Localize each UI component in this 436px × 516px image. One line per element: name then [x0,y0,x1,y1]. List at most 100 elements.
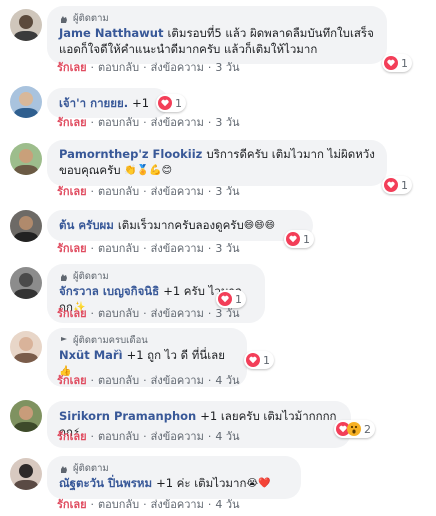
reply-button[interactable]: ตอบกลับ [98,498,139,511]
like-button[interactable]: รักเลย [57,307,87,320]
reaction-count: 1 [401,178,408,192]
comment-timestamp[interactable]: 3 วัน [215,185,239,198]
avatar-image [10,267,42,299]
heart-icon [218,292,232,306]
reaction-count: 2 [364,422,371,436]
like-button[interactable]: รักเลย [57,242,87,255]
heart-icon [246,353,260,367]
comment-timestamp[interactable]: 3 วัน [215,116,239,129]
comment-bubble: ผู้ติดตาม ณัฐตะวัน ปิ่นพรหม +1 ค่ะ เติมไว… [47,456,301,499]
avatar[interactable] [10,86,42,118]
send-message-button[interactable]: ส่งข้อความ [151,116,204,129]
avatar[interactable] [10,331,42,363]
comment-timestamp[interactable]: 4 วัน [215,498,239,511]
comment-timestamp[interactable]: 3 วัน [215,242,239,255]
like-button[interactable]: รักเลย [57,185,87,198]
avatar[interactable] [10,9,42,41]
follower-badge-icon [61,465,67,473]
heart-icon [286,232,300,246]
like-button[interactable]: รักเลย [57,430,87,443]
follower-badge-icon [61,15,67,23]
reply-button[interactable]: ตอบกลับ [98,242,139,255]
comment-author[interactable]: จักรวาล เบญจกิจนิธิ [59,284,159,298]
reaction-summary[interactable]: 1 [156,94,186,112]
reply-button[interactable]: ตอบกลับ [98,430,139,443]
follower-badge-label: ผู้ติดตาม [73,463,109,474]
comment-author[interactable]: Sirikorn Pramanphon [59,409,196,423]
comment-timestamp[interactable]: 4 วัน [215,430,239,443]
reaction-summary[interactable]: 1 [244,351,274,369]
smiling-emoji: 😊 [161,164,173,176]
comment-author[interactable]: Jame Natthawut [59,26,163,40]
reaction-summary[interactable]: 1 [216,290,246,308]
reaction-count: 1 [303,232,310,246]
reply-button[interactable]: ตอบกลับ [98,374,139,387]
send-message-button[interactable]: ส่งข้อความ [151,307,204,320]
comment-actions: รักเลย · ตอบกลับ · ส่งข้อความ · 4 วัน [57,498,240,511]
comment-actions: รักเลย · ตอบกลับ · ส่งข้อความ · 3 วัน [57,116,240,129]
comment-actions: รักเลย · ตอบกลับ · ส่งข้อความ · 3 วัน [57,242,240,255]
comment-bubble: เจ้า'า กายยย. +1 [47,88,169,118]
comment-bubble: Pamornthep'z Flookiiz บริการดีครับ เติมไว… [47,140,387,186]
comment-author[interactable]: Nxüt Mařì [59,348,123,362]
send-message-button[interactable]: ส่งข้อความ [151,430,204,443]
heart-icon [384,178,398,192]
avatar[interactable] [10,210,42,242]
reaction-summary[interactable]: 2 [334,420,375,438]
heart-icon [384,56,398,70]
like-button[interactable]: รักเลย [57,374,87,387]
like-button[interactable]: รักเลย [57,116,87,129]
crying-emoji: 😭❤️ [246,477,271,489]
follower-badge-icon [61,273,67,281]
comment-text: +1 ค่ะ เติมไวมาก [156,476,247,490]
reply-button[interactable]: ตอบกลับ [98,116,139,129]
follower-badge-label: ผู้ติดตาม [73,13,109,24]
reply-button[interactable]: ตอบกลับ [98,307,139,320]
avatar[interactable] [10,400,42,432]
follower-badge-icon [61,336,67,345]
reaction-count: 1 [263,353,270,367]
like-button[interactable]: รักเลย [57,61,87,74]
send-message-button[interactable]: ส่งข้อความ [151,185,204,198]
send-message-button[interactable]: ส่งข้อความ [151,61,204,74]
comment-actions: รักเลย · ตอบกลับ · ส่งข้อความ · 3 วัน [57,307,240,320]
comment-timestamp[interactable]: 4 วัน [215,374,239,387]
reaction-count: 1 [175,96,182,110]
comment-bubble: ต้น ครับผม เติมเร็วมากครับลองดูครับ😄😄😄 [47,210,313,241]
reaction-summary[interactable]: 1 [382,54,412,72]
avatar[interactable] [10,143,42,175]
reaction-count: 1 [235,292,242,306]
comment-author[interactable]: Pamornthep'z Flookiiz [59,147,202,161]
follower-badge: ผู้ติดตามครบเดือน [59,334,235,347]
send-message-button[interactable]: ส่งข้อความ [151,374,204,387]
comment-bubble: ผู้ติดตาม Jame Natthawut เติมรอบที่5 แล้ว… [47,6,387,64]
comment-text: เติมเร็วมากครับลองดูครับ [117,218,244,232]
heart-icon [158,96,172,110]
avatar-image [10,400,42,432]
avatar[interactable] [10,267,42,299]
comment-timestamp[interactable]: 3 วัน [215,61,239,74]
follower-badge-label: ผู้ติดตาม [73,271,109,282]
avatar[interactable] [10,458,42,490]
reaction-summary[interactable]: 1 [382,176,412,194]
comment-author[interactable]: ณัฐตะวัน ปิ่นพรหม [59,476,152,490]
reply-button[interactable]: ตอบกลับ [98,61,139,74]
muscle-emoji: 💪 [149,164,162,176]
send-message-button[interactable]: ส่งข้อความ [151,242,204,255]
reply-button[interactable]: ตอบกลับ [98,185,139,198]
avatar-image [10,86,42,118]
follower-badge: ผู้ติดตาม [59,12,375,25]
comment-actions: รักเลย · ตอบกลับ · ส่งข้อความ · 4 วัน [57,374,240,387]
reaction-summary[interactable]: 1 [284,230,314,248]
like-button[interactable]: รักเลย [57,498,87,511]
wow-icon [347,422,361,436]
comment-actions: รักเลย · ตอบกลับ · ส่งข้อความ · 3 วัน [57,185,240,198]
comment-author[interactable]: ต้น ครับผม [59,218,114,232]
send-message-button[interactable]: ส่งข้อความ [151,498,204,511]
avatar-image [10,458,42,490]
avatar-image [10,9,42,41]
reaction-count: 1 [401,56,408,70]
comment-timestamp[interactable]: 3 วัน [215,307,239,320]
comment-author[interactable]: เจ้า'า กายยย. [59,96,128,110]
follower-badge-label: ผู้ติดตามครบเดือน [73,335,148,346]
